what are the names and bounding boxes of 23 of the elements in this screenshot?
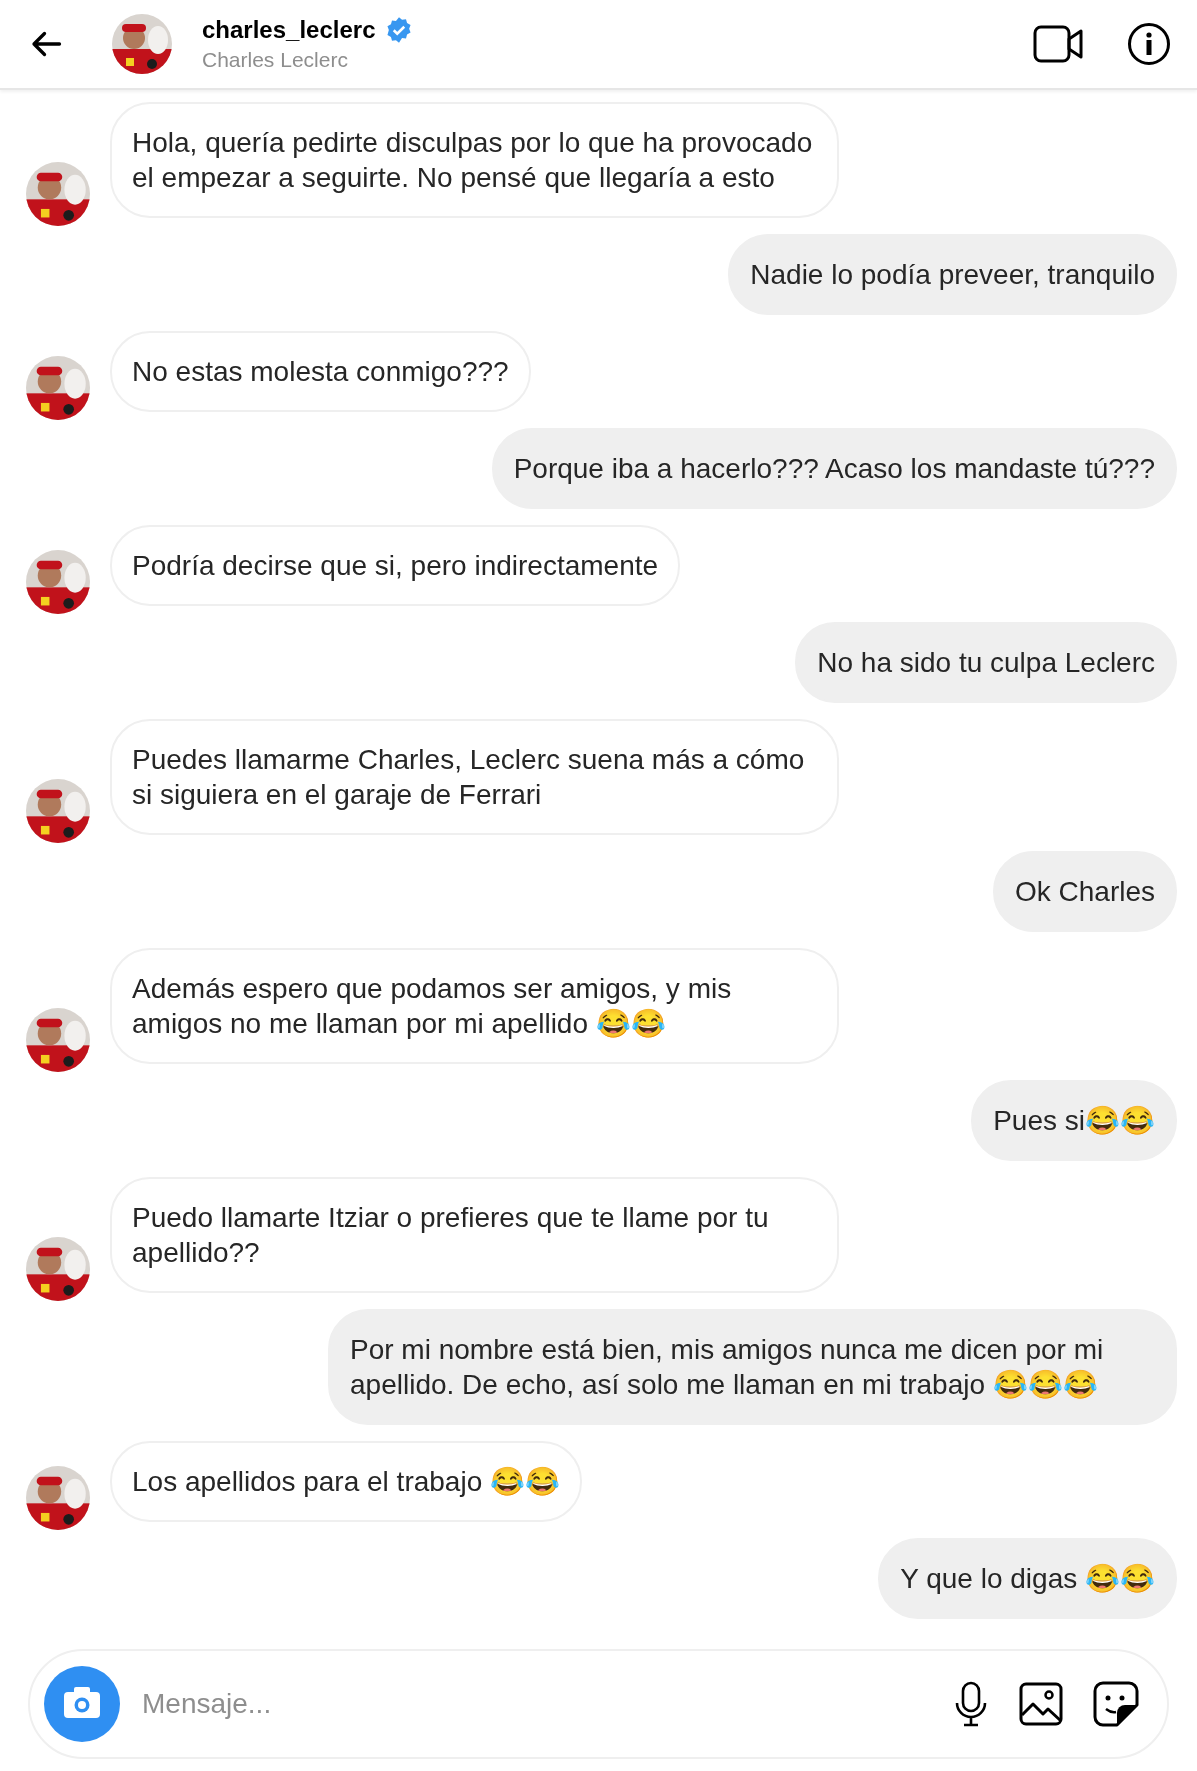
sent-message-bubble: Pues si😂😂 (971, 1080, 1177, 1161)
sent-message-bubble: Por mi nombre está bien, mis amigos nunca me dicen por mi apellido. De echo, así solo me llaman en mi trabajo 😂😂😂 (328, 1309, 1177, 1425)
received-message-bubble: Puedo llamarte Itziar o prefieres que te llame por tu apellido?? (110, 1177, 839, 1293)
full-name: Charles Leclerc (202, 48, 349, 72)
received-message-bubble: No estas molesta conmigo??? (110, 331, 531, 412)
info-icon[interactable] (1127, 22, 1171, 66)
camera-button-icon[interactable] (44, 1666, 120, 1742)
gallery-icon[interactable] (1019, 1682, 1063, 1726)
sent-message-bubble: No ha sido tu culpa Leclerc (795, 622, 1177, 703)
received-message-bubble: Podría decirse que si, pero indirectamente (110, 525, 681, 606)
username: charles_leclerc (202, 16, 376, 44)
video-call-icon[interactable] (1033, 24, 1085, 64)
received-message-bubble: Puedes llamarme Charles, Leclerc suena más a cómo si siguiera en el garaje de Ferrari (110, 719, 839, 835)
sent-message-bubble: Porque iba a hacerlo??? Acaso los mandaste tú??? (491, 428, 1177, 509)
sent-message-bubble: Y que lo digas 😂😂 (878, 1538, 1177, 1619)
sent-message-bubble: Ok Charles (992, 851, 1177, 932)
message-input[interactable]: Mensaje... (140, 1687, 923, 1721)
sticker-icon[interactable] (1093, 1681, 1139, 1727)
received-message-bubble: Hola, quería pedirte disculpas por lo que ha provocado el empezar a seguirte. No pensé que llegaría a esto (110, 102, 839, 218)
sent-message-bubble: Nadie lo podía preveer, tranquilo (728, 234, 1177, 315)
received-message-bubble: Además espero que podamos ser amigos, y mis amigos no me llaman por mi apellido 😂😂 (110, 948, 839, 1064)
received-message-bubble: Los apellidos para el trabajo 😂😂 (110, 1441, 582, 1522)
microphone-icon[interactable] (953, 1681, 989, 1727)
